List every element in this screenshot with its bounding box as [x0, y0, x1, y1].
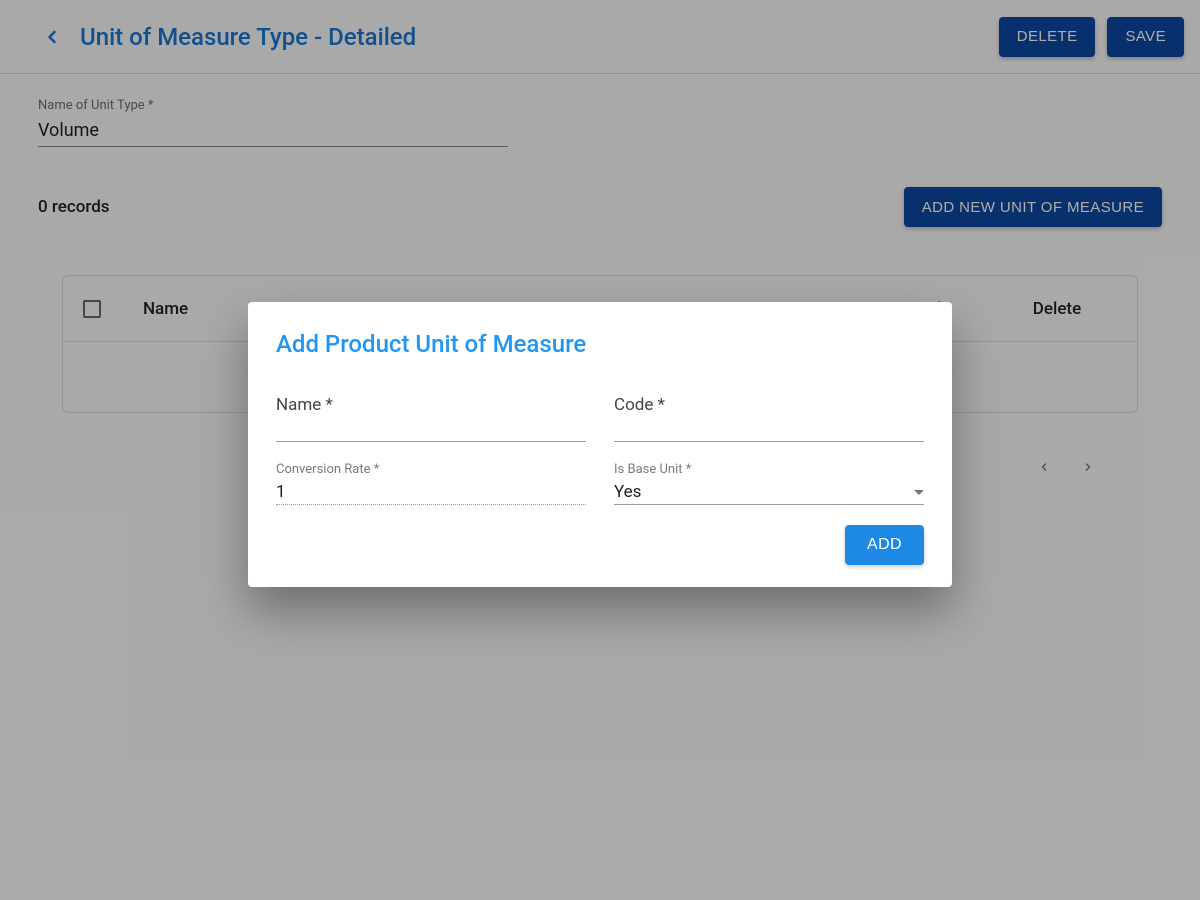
code-field: Code *	[614, 394, 924, 442]
name-input[interactable]	[276, 418, 586, 442]
conversion-label: Conversion Rate *	[276, 462, 586, 479]
name-label: Name *	[276, 394, 586, 416]
dialog-actions: ADD	[276, 525, 924, 565]
base-unit-select[interactable]: Yes	[614, 481, 924, 505]
code-input[interactable]	[614, 418, 924, 442]
conversion-field: Conversion Rate *	[276, 462, 586, 505]
page-root: Unit of Measure Type - Detailed DELETE S…	[0, 0, 1200, 900]
base-unit-label: Is Base Unit *	[614, 462, 924, 479]
base-unit-value: Yes	[614, 482, 641, 502]
conversion-input[interactable]	[276, 481, 586, 505]
dialog-add-button[interactable]: ADD	[845, 525, 924, 565]
base-unit-field: Is Base Unit * Yes	[614, 462, 924, 505]
code-label: Code *	[614, 394, 924, 416]
chevron-down-icon	[914, 490, 924, 495]
name-field: Name *	[276, 394, 586, 442]
dialog-row-2: Conversion Rate * Is Base Unit * Yes	[276, 462, 924, 505]
add-unit-dialog: Add Product Unit of Measure Name * Code …	[248, 302, 952, 587]
dialog-title: Add Product Unit of Measure	[276, 330, 924, 358]
dialog-row-1: Name * Code *	[276, 394, 924, 442]
